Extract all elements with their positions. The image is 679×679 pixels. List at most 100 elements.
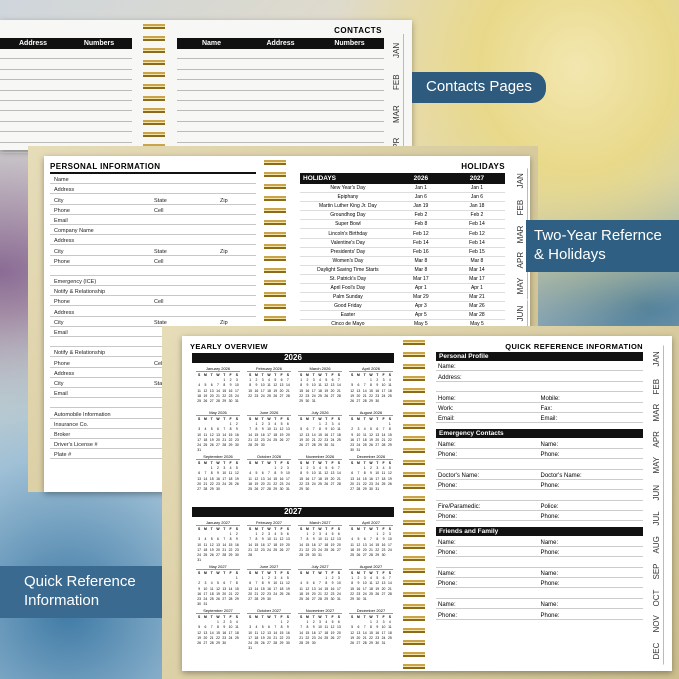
personal-info-row[interactable] <box>50 266 256 276</box>
month-tab[interactable]: DEC <box>650 637 664 664</box>
day[interactable]: 31 <box>362 597 368 602</box>
day[interactable]: 26 <box>234 482 240 487</box>
day[interactable]: 27 <box>336 636 342 641</box>
month-tab[interactable]: OCT <box>650 584 664 611</box>
day[interactable]: 31 <box>196 448 202 453</box>
month-tab[interactable]: MAR <box>650 399 664 426</box>
contacts-entry-line[interactable] <box>177 111 384 122</box>
day[interactable]: 31 <box>317 553 323 558</box>
contacts-entry-line[interactable] <box>0 59 132 70</box>
month-tab[interactable]: JUN <box>514 299 528 326</box>
contacts-entry-line[interactable] <box>0 70 132 81</box>
month-tab[interactable]: JUN <box>650 478 664 505</box>
quickref-line[interactable]: Name: Name: <box>436 599 643 610</box>
quickref-line[interactable] <box>436 588 643 599</box>
month-tab[interactable]: SEP <box>650 558 664 585</box>
day[interactable]: 27 <box>285 548 291 553</box>
day[interactable]: 30 <box>374 399 380 404</box>
month-tab[interactable]: NOV <box>650 611 664 638</box>
personal-info-row[interactable]: Phone Cell <box>50 256 256 266</box>
day[interactable]: 30 <box>266 597 272 602</box>
personal-info-row[interactable]: Emergency (ICE) <box>50 276 256 287</box>
personal-info-row[interactable]: Address <box>50 306 256 317</box>
personal-info-row[interactable]: Phone Cell <box>50 205 256 215</box>
contacts-entry-line[interactable] <box>177 80 384 91</box>
month-tab[interactable]: JAN <box>650 346 664 373</box>
quickref-line[interactable]: Phone: Phone: <box>436 449 643 460</box>
day[interactable]: 29 <box>387 443 393 448</box>
day[interactable]: 31 <box>329 443 335 448</box>
quickref-line[interactable] <box>436 459 643 470</box>
day[interactable]: 31 <box>196 558 202 563</box>
day[interactable]: 30 <box>260 443 266 448</box>
quickref-line[interactable]: Name: Name: <box>436 568 643 579</box>
month-tab[interactable]: MAY <box>514 273 528 300</box>
personal-info-row[interactable]: Address <box>50 235 256 246</box>
month-tab[interactable]: AUG <box>650 531 664 558</box>
contacts-entry-line[interactable] <box>177 59 384 70</box>
personal-info-row[interactable]: Company Name <box>50 225 256 236</box>
day[interactable]: 31 <box>374 487 380 492</box>
month-tab[interactable]: MAR <box>390 98 404 130</box>
month-tab[interactable]: FEB <box>390 66 404 98</box>
month-tab[interactable]: JUL <box>650 505 664 532</box>
quickref-line[interactable]: Email: Email: <box>436 413 643 424</box>
day[interactable]: 24 <box>387 548 393 553</box>
day[interactable]: 30 <box>285 641 291 646</box>
quickref-line[interactable]: Name: Name: <box>436 438 643 449</box>
day[interactable]: 30 <box>311 641 317 646</box>
quickref-line[interactable]: Phone: Phone: <box>436 578 643 589</box>
day[interactable]: 31 <box>234 399 240 404</box>
quickref-line[interactable]: Fire/Paramedic: Police: <box>436 501 643 512</box>
month-tab[interactable]: APR <box>650 425 664 452</box>
day[interactable]: 31 <box>380 641 386 646</box>
day[interactable]: 25 <box>387 636 393 641</box>
month-tab[interactable]: JAN <box>390 34 404 66</box>
day[interactable]: 28 <box>285 394 291 399</box>
day[interactable]: 28 <box>336 482 342 487</box>
quickref-line[interactable]: Address: <box>436 371 643 382</box>
quickref-line[interactable]: Doctor's Name: Doctor's Name: <box>436 470 643 480</box>
personal-info-row[interactable]: Phone Cell <box>50 296 256 307</box>
day[interactable]: 30 <box>221 641 227 646</box>
day[interactable]: 31 <box>285 487 291 492</box>
contacts-entry-line[interactable] <box>177 70 384 81</box>
personal-info-row[interactable]: City State Zip <box>50 245 256 256</box>
day[interactable]: 26 <box>285 592 291 597</box>
contacts-entry-line[interactable] <box>177 101 384 112</box>
contacts-entry-line[interactable] <box>177 122 384 133</box>
day[interactable]: 25 <box>387 394 393 399</box>
day[interactable]: 29 <box>234 597 240 602</box>
quickref-line[interactable] <box>436 490 643 501</box>
day[interactable]: 25 <box>336 438 342 443</box>
day[interactable]: 30 <box>234 553 240 558</box>
month-tab[interactable]: MAY <box>650 452 664 479</box>
day[interactable]: 28 <box>247 553 253 558</box>
contacts-entry-line[interactable] <box>0 91 132 101</box>
month-tab[interactable]: JAN <box>514 168 528 195</box>
quickref-line[interactable] <box>436 557 643 568</box>
quickref-line[interactable]: Home: Mobile: <box>436 392 643 403</box>
day[interactable]: 30 <box>304 487 310 492</box>
personal-info-row[interactable]: Name <box>50 174 256 185</box>
day[interactable]: 31 <box>336 597 342 602</box>
day[interactable]: 30 <box>234 443 240 448</box>
day[interactable]: 27 <box>336 548 342 553</box>
quickref-line[interactable]: Phone: Phone: <box>436 511 643 522</box>
contacts-entry-line[interactable] <box>177 132 384 143</box>
contacts-entry-line[interactable] <box>0 101 132 112</box>
month-tab[interactable]: FEB <box>514 194 528 221</box>
contacts-entry-line[interactable] <box>0 49 132 60</box>
contacts-entry-line[interactable] <box>0 111 132 122</box>
personal-info-row[interactable]: City State Zip <box>50 194 256 205</box>
quickref-line[interactable]: Phone: Phone: <box>436 609 643 620</box>
quickref-line[interactable]: Work: Fax: <box>436 403 643 413</box>
day[interactable]: 31 <box>355 448 361 453</box>
contacts-entry-line[interactable] <box>0 132 132 143</box>
day[interactable]: 31 <box>311 399 317 404</box>
contacts-entry-line[interactable] <box>177 49 384 60</box>
quickref-line[interactable] <box>436 382 643 393</box>
contacts-entry-line[interactable] <box>177 91 384 101</box>
day[interactable]: 31 <box>247 646 253 651</box>
contacts-entry-line[interactable] <box>0 122 132 133</box>
